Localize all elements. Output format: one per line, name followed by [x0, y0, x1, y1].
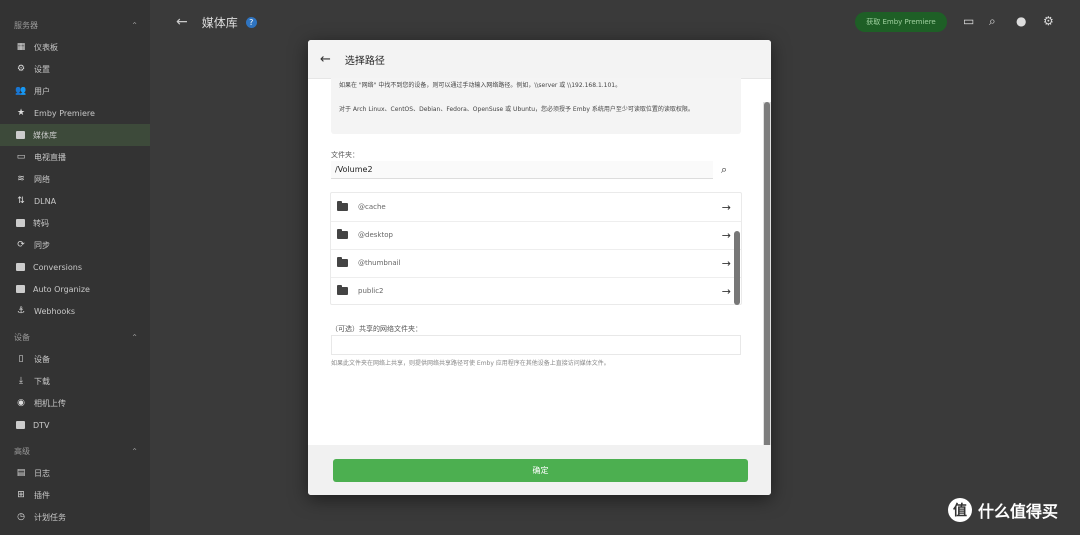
arrow-right-icon[interactable]: → — [722, 285, 731, 298]
sidebar-item-users[interactable]: 👥 用户 — [0, 80, 150, 102]
dialog-header: ← 选择路径 — [308, 40, 771, 79]
back-arrow-icon[interactable]: ← — [176, 14, 188, 30]
dialog-footer: 确定 — [308, 445, 771, 495]
sidebar-item-plugins[interactable]: ⊞ 插件 — [0, 484, 150, 506]
devices-icon: ▯ — [18, 354, 24, 364]
select-path-dialog: ← 选择路径 如果在 "网络" 中找不到您的设备，则可以通过手动输入网络路径。例… — [308, 40, 771, 495]
tv-icon: ▭ — [16, 152, 26, 162]
help-text-linux: 对于 Arch Linux、CentOS、Debian、Fedora、OpenS… — [339, 106, 694, 113]
sidebar-item-network[interactable]: ≋ 网络 — [0, 168, 150, 190]
camera-icon: ◉ — [17, 398, 25, 408]
sidebar-item-auto-organize[interactable]: Auto Organize — [0, 278, 150, 300]
help-text-network: 如果在 "网络" 中找不到您的设备，则可以通过手动输入网络路径。例如，\\ser… — [339, 82, 622, 89]
chevron-up-icon: ⌃ — [131, 332, 138, 342]
watermark: 值 什么值得买 — [948, 498, 1058, 522]
plugin-icon: ⊞ — [17, 490, 25, 500]
page-title: 媒体库 — [201, 15, 238, 30]
ok-button[interactable]: 确定 — [333, 459, 748, 482]
back-arrow-icon[interactable]: ← — [320, 52, 331, 67]
webhook-icon: ⚓ — [16, 306, 26, 316]
folder-icon — [16, 131, 25, 139]
directory-item[interactable]: @cache → — [331, 193, 741, 222]
dashboard-icon: ▦ — [16, 42, 26, 52]
get-premiere-button[interactable]: 获取 Emby Premiere — [855, 12, 947, 32]
sidebar: 服务器 ⌃ ▦ 仪表板 ⚙ 设置 👥 用户 ★ Emby Premiere 媒体库 ▭ 电… — [0, 0, 150, 535]
directory-item[interactable]: public2 → — [331, 277, 741, 305]
sidebar-item-dtv[interactable]: DTV — [0, 414, 150, 436]
arrow-right-icon[interactable]: → — [722, 257, 731, 270]
organize-icon — [16, 285, 25, 293]
user-icon[interactable]: ● — [1016, 14, 1026, 28]
info-icon[interactable]: ? — [245, 16, 257, 28]
network-share-help: 如果此文件夹在网络上共享，则提供网络共享路径可使 Emby 应用程序在其他设备上… — [331, 360, 610, 367]
sidebar-item-settings[interactable]: ⚙ 设置 — [0, 58, 150, 80]
sidebar-item-dlna[interactable]: ⇅ DLNA — [0, 190, 150, 212]
watermark-text: 什么值得买 — [978, 502, 1059, 521]
directory-item[interactable]: @desktop → — [331, 221, 741, 250]
conversions-icon — [16, 263, 25, 271]
users-icon: 👥 — [15, 86, 27, 96]
sidebar-item-logs[interactable]: ▤ 日志 — [0, 462, 150, 484]
sidebar-item-sync[interactable]: ⟳ 同步 — [0, 234, 150, 256]
arrow-right-icon[interactable]: → — [722, 229, 731, 242]
chevron-up-icon: ⌃ — [131, 20, 138, 30]
dialog-scrollbar-thumb[interactable] — [764, 102, 770, 485]
sidebar-section-server[interactable]: 服务器 ⌃ — [0, 14, 150, 36]
directory-item[interactable]: @thumbnail → — [331, 249, 741, 278]
dlna-icon: ⇅ — [17, 196, 25, 206]
search-icon[interactable]: ⌕ — [989, 14, 996, 29]
watermark-logo: 值 — [948, 498, 972, 522]
sidebar-item-scheduled-tasks[interactable]: ◷ 计划任务 — [0, 506, 150, 528]
sidebar-item-transcode[interactable]: 转码 — [0, 212, 150, 234]
transcode-icon — [16, 219, 25, 227]
search-icon[interactable]: ⌕ — [721, 163, 727, 177]
folder-icon — [337, 285, 348, 295]
wifi-icon: ≋ — [17, 174, 25, 184]
sidebar-item-premiere[interactable]: ★ Emby Premiere — [0, 102, 150, 124]
sidebar-item-livetv[interactable]: ▭ 电视直播 — [0, 146, 150, 168]
folder-icon — [337, 229, 348, 239]
sidebar-item-webhooks[interactable]: ⚓ Webhooks — [0, 300, 150, 322]
sidebar-item-camera-upload[interactable]: ◉ 相机上传 — [0, 392, 150, 414]
gear-icon[interactable]: ⚙ — [1043, 14, 1054, 28]
sidebar-section-devices[interactable]: 设备 ⌃ — [0, 326, 150, 348]
sidebar-section-advanced[interactable]: 高级 ⌃ — [0, 440, 150, 462]
folder-label: 文件夹： — [331, 151, 359, 159]
cast-icon[interactable]: ▭ — [963, 14, 974, 28]
gear-icon: ⚙ — [16, 64, 26, 74]
folder-icon — [337, 201, 348, 211]
sync-icon: ⟳ — [17, 240, 25, 250]
star-icon: ★ — [16, 108, 26, 118]
dtv-icon — [16, 421, 25, 429]
sidebar-item-dashboard[interactable]: ▦ 仪表板 — [0, 36, 150, 58]
folder-path-input[interactable] — [331, 161, 713, 179]
network-share-input[interactable] — [331, 335, 741, 355]
clock-icon: ◷ — [17, 512, 25, 522]
dialog-scrollbar[interactable] — [763, 102, 771, 485]
sidebar-item-downloads[interactable]: ⤓ 下载 — [0, 370, 150, 392]
top-bar: ← 媒体库 ? 获取 Emby Premiere ▭ ⌕ ● ⚙ — [150, 0, 1080, 44]
chevron-up-icon: ⌃ — [131, 446, 138, 456]
download-icon: ⤓ — [19, 376, 23, 386]
directory-list-scrollbar[interactable] — [734, 231, 740, 305]
log-icon: ▤ — [16, 468, 26, 478]
directory-list: @cache → @desktop → @thumbnail → public2… — [330, 192, 742, 305]
help-box: 如果在 "网络" 中找不到您的设备，则可以通过手动输入网络路径。例如，\\ser… — [331, 78, 741, 134]
sidebar-item-conversions[interactable]: Conversions — [0, 256, 150, 278]
sidebar-item-devices[interactable]: ▯ 设备 — [0, 348, 150, 370]
folder-icon — [337, 257, 348, 267]
dialog-title: 选择路径 — [344, 55, 385, 67]
arrow-right-icon[interactable]: → — [722, 201, 731, 214]
network-share-label: （可选）共享的网络文件夹： — [331, 325, 422, 333]
sidebar-item-library[interactable]: 媒体库 — [0, 124, 150, 146]
